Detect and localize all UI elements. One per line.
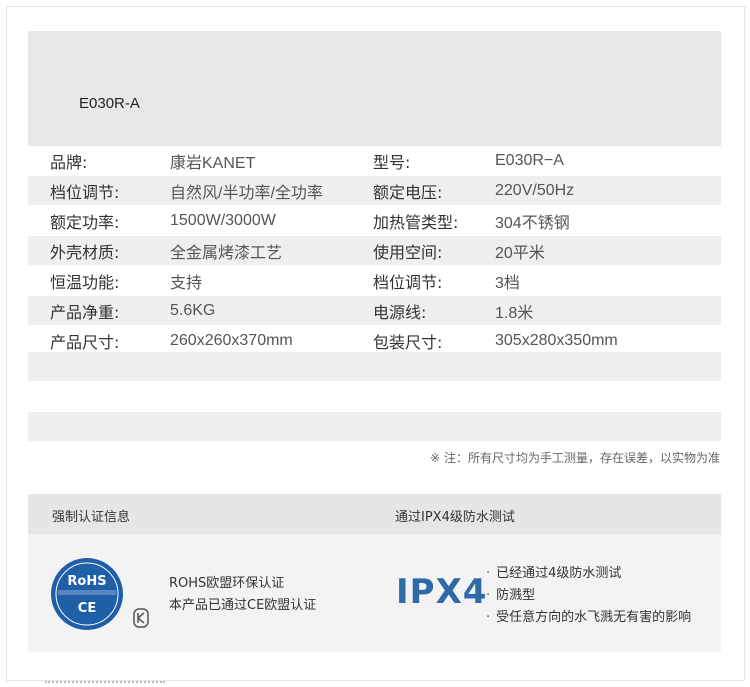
spec-row: 恒温功能: 支持 档位调节: 3档 [28, 265, 721, 296]
bottom-divider [45, 681, 165, 686]
spec-value: 260x260x370mm [170, 325, 373, 356]
ce-text: CE [78, 601, 96, 616]
spec-value: 220V/50Hz [495, 175, 721, 206]
ipx-feature-item: 已经通过4级防水测试 [486, 563, 691, 585]
spec-row: 产品净重: 5.6KG 电源线: 1.8米 [28, 295, 721, 326]
spec-label: 额定电压: [373, 175, 495, 206]
rohs-description: ROHS欧盟环保认证 本产品已通过CE欧盟认证 [169, 573, 316, 617]
spec-label: 档位调节: [373, 265, 495, 296]
spec-label: 型号: [373, 146, 495, 176]
cert-left-title: 强制认证信息 [52, 510, 131, 525]
spec-value: 康岩KANET [170, 146, 373, 176]
spec-row: 品牌: 康岩KANET 型号: E030R−A [28, 146, 721, 176]
spec-label: 档位调节: [28, 175, 170, 206]
spec-row: 额定功率: 1500W/3000W 加热管类型: 304不锈钢 [28, 205, 721, 236]
spec-label: 加热管类型: [373, 205, 495, 236]
spec-label: 电源线: [373, 295, 495, 326]
spec-row: 档位调节: 自然风/半功率/全功率 额定电压: 220V/50Hz [28, 175, 721, 206]
ipx-feature-item: 受任意方向的水飞溅无有害的影响 [486, 607, 691, 629]
spec-value: E030R−A [495, 146, 721, 176]
rohs-line: ROHS欧盟环保认证 [169, 576, 285, 591]
spec-label: 额定功率: [28, 205, 170, 236]
cert-body: RoHS CE ROHS欧盟环保认证 本产品已通过CE欧盟认证 IPX4 已经通… [28, 534, 721, 652]
spec-value: 304不锈钢 [495, 205, 721, 236]
spec-row: 产品尺寸: 260x260x370mm 包装尺寸: 305x280x350mm [28, 325, 721, 356]
ipx-feature-item: 防溅型 [486, 585, 691, 607]
spec-label: 使用空间: [373, 235, 495, 266]
spec-label: 外壳材质: [28, 235, 170, 266]
ce-line: 本产品已通过CE欧盟认证 [169, 598, 317, 613]
measurement-note: ※ 注：所有尺寸均为手工测量，存在误差，以实物为准 [430, 451, 720, 465]
cert-right-title: 通过IPX4级防水测试 [395, 510, 515, 525]
blank-row [28, 412, 721, 441]
spec-value: 支持 [170, 265, 373, 296]
model-title: E030R-A [79, 95, 140, 112]
spec-value: 3档 [495, 265, 721, 296]
ipx-feature-list: 已经通过4级防水测试 防溅型 受任意方向的水飞溅无有害的影响 [486, 563, 691, 629]
cert-header-bar: 强制认证信息 通过IPX4级防水测试 [28, 494, 721, 534]
spec-label: 品牌: [28, 146, 170, 176]
spec-label: 恒温功能: [28, 265, 170, 296]
spec-value: 305x280x350mm [495, 325, 721, 356]
rohs-badge-icon: RoHS CE [51, 558, 123, 630]
spec-label: 产品净重: [28, 295, 170, 326]
spec-row: 外壳材质: 全金属烤漆工艺 使用空间: 20平米 [28, 235, 721, 266]
header-band [28, 31, 721, 146]
spec-table: 品牌: 康岩KANET 型号: E030R−A 档位调节: 自然风/半功率/全功率 额定电压… [28, 146, 721, 356]
spec-label: 产品尺寸: [28, 325, 170, 356]
spec-label: 包装尺寸: [373, 325, 495, 356]
rohs-text: RoHS [67, 574, 106, 589]
kc-mark-icon [133, 608, 149, 628]
spec-value: 全金属烤漆工艺 [170, 235, 373, 266]
spec-value: 1500W/3000W [170, 205, 373, 236]
spec-value: 20平米 [495, 235, 721, 266]
blank-row [28, 352, 721, 381]
ipx4-label: IPX4 [396, 572, 488, 612]
spec-value: 1.8米 [495, 295, 721, 326]
spec-value: 5.6KG [170, 295, 373, 326]
spec-value: 自然风/半功率/全功率 [170, 175, 373, 206]
